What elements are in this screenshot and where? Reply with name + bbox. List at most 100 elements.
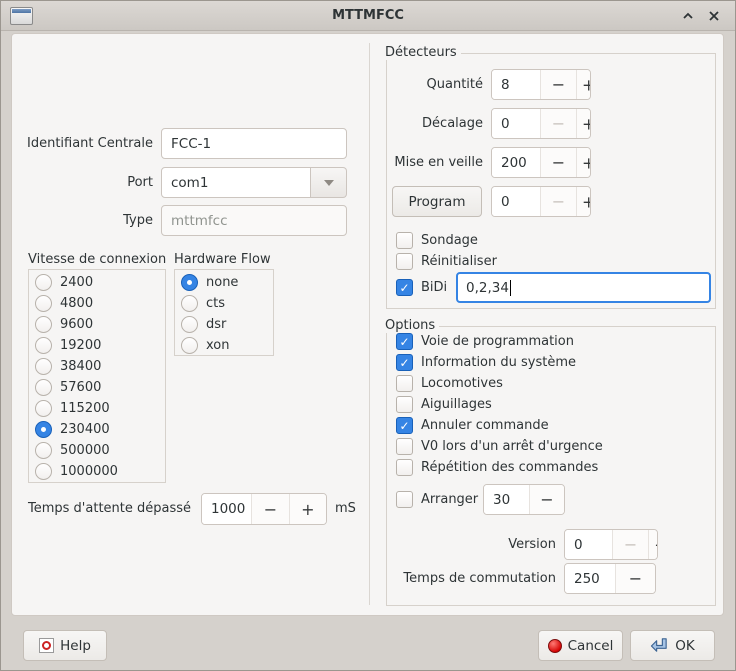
radio-label: cts [206, 296, 225, 311]
checkbox-v0-arret-urgence[interactable]: ✓ V0 lors d'un arrêt d'urgence [396, 436, 603, 457]
decalage-spinner[interactable]: 0 − + [491, 108, 591, 139]
plus-button[interactable]: + [576, 70, 590, 99]
radio-flow-cts[interactable]: cts [181, 293, 238, 314]
radio-label: 1000000 [60, 464, 118, 479]
radio-label: 230400 [60, 422, 110, 437]
minus-button[interactable]: − [540, 70, 576, 99]
radio-speed-500000[interactable]: 500000 [35, 440, 118, 461]
window-title: MTTMFCC [1, 8, 735, 23]
version-label: Version [401, 529, 556, 560]
timeout-value: 1000 [202, 494, 251, 524]
decalage-value: 0 [492, 109, 540, 138]
cancel-button[interactable]: Cancel [538, 630, 623, 661]
radio-speed-9600[interactable]: 9600 [35, 314, 118, 335]
program-value: 0 [492, 187, 540, 216]
radio-speed-115200[interactable]: 115200 [35, 398, 118, 419]
checkbox-sondage[interactable]: ✓ Sondage [396, 230, 478, 251]
checkbox-icon: ✓ [396, 417, 413, 434]
minus-button: − [540, 109, 576, 138]
plus-button[interactable]: + [576, 187, 590, 216]
checkbox-icon: ✓ [396, 491, 413, 508]
minus-button[interactable]: − [251, 494, 288, 524]
commutation-spinner[interactable]: 250 − [564, 563, 656, 594]
commutation-label: Temps de commutation [390, 563, 556, 594]
radio-icon [181, 274, 198, 291]
checkbox-icon: ✓ [396, 279, 413, 296]
checkbox-label: Voie de programmation [421, 334, 574, 349]
program-button[interactable]: Program [392, 186, 482, 217]
checkbox-label: Annuler commande [421, 418, 549, 433]
bidi-input[interactable]: 0,2,34 [456, 272, 711, 303]
radio-label: 57600 [60, 380, 101, 395]
quantite-spinner[interactable]: 8 − + [491, 69, 591, 100]
checkbox-label: Sondage [421, 233, 478, 248]
minus-button[interactable]: − [529, 485, 564, 514]
checkbox-label: BiDi [421, 280, 447, 295]
identifiant-input[interactable]: FCC-1 [161, 128, 347, 159]
help-button-label: Help [60, 638, 91, 654]
plus-button[interactable]: + [576, 148, 590, 177]
shade-icon[interactable] [679, 8, 697, 24]
radio-speed-19200[interactable]: 19200 [35, 335, 118, 356]
ok-button[interactable]: OK [630, 630, 715, 661]
minus-button[interactable]: − [540, 148, 576, 177]
radio-speed-1000000[interactable]: 1000000 [35, 461, 118, 482]
checkbox-label: Répétition des commandes [421, 460, 598, 475]
port-combobox[interactable]: com1 [161, 167, 347, 198]
checkbox-annuler-commande[interactable]: ✓ Annuler commande [396, 415, 603, 436]
radio-speed-4800[interactable]: 4800 [35, 293, 118, 314]
checkbox-repetition-commandes[interactable]: ✓ Répétition des commandes [396, 457, 603, 478]
port-dropdown-button[interactable] [311, 167, 347, 198]
decalage-label: Décalage [390, 108, 483, 139]
veille-spinner[interactable]: 200 − + [491, 147, 591, 178]
plus-button[interactable]: + [289, 494, 326, 524]
radio-speed-230400[interactable]: 230400 [35, 419, 118, 440]
checkbox-icon: ✓ [396, 438, 413, 455]
timeout-label: Temps d'attente dépassé [28, 493, 191, 525]
checkbox-locomotives[interactable]: ✓Locomotives [396, 373, 603, 394]
checkbox-voie-programmation[interactable]: ✓Voie de programmation [396, 331, 603, 352]
radio-flow-xon[interactable]: xon [181, 335, 238, 356]
version-value: 0 [565, 530, 612, 559]
help-icon [39, 638, 54, 653]
arranger-spinner[interactable]: 30 − [483, 484, 565, 515]
checkbox-arranger[interactable]: ✓ Arranger [396, 489, 478, 510]
options-checkbox-list: ✓Voie de programmation ✓Information du s… [396, 331, 603, 478]
radio-icon [35, 316, 52, 333]
checkbox-reinitialiser[interactable]: ✓ Réinitialiser [396, 251, 497, 272]
radio-label: xon [206, 338, 230, 353]
timeout-spinner[interactable]: 1000 − + [201, 493, 327, 525]
veille-label: Mise en veille [390, 147, 483, 178]
plus-button[interactable]: + [576, 109, 590, 138]
checkbox-label: V0 lors d'un arrêt d'urgence [421, 439, 603, 454]
radio-icon [35, 379, 52, 396]
checkbox-information-systeme[interactable]: ✓Information du système [396, 352, 603, 373]
radio-flow-dsr[interactable]: dsr [181, 314, 238, 335]
radio-label: dsr [206, 317, 226, 332]
titlebar[interactable]: MTTMFCC [1, 1, 735, 31]
checkbox-label: Aiguillages [421, 397, 492, 412]
port-combo-entry[interactable]: com1 [161, 167, 311, 198]
radio-label: 4800 [60, 296, 93, 311]
radio-speed-57600[interactable]: 57600 [35, 377, 118, 398]
radio-flow-none[interactable]: none [181, 272, 238, 293]
timeout-unit: mS [335, 493, 356, 525]
radio-icon [35, 400, 52, 417]
checkbox-bidi[interactable]: ✓ BiDi [396, 277, 447, 298]
checkbox-label: Arranger [421, 492, 478, 507]
type-input: mttmfcc [161, 205, 347, 236]
radio-speed-2400[interactable]: 2400 [35, 272, 118, 293]
radio-speed-38400[interactable]: 38400 [35, 356, 118, 377]
plus-button[interactable]: + [648, 530, 657, 559]
help-button[interactable]: Help [23, 630, 107, 661]
version-spinner[interactable]: 0 − + [564, 529, 658, 560]
checkbox-icon: ✓ [396, 459, 413, 476]
close-icon[interactable] [705, 8, 723, 24]
checkbox-icon: ✓ [396, 396, 413, 413]
minus-button[interactable]: − [615, 564, 655, 593]
program-spinner[interactable]: 0 − + [491, 186, 591, 217]
type-value: mttmfcc [171, 213, 228, 229]
checkbox-aiguillages[interactable]: ✓ Aiguillages [396, 394, 603, 415]
cancel-button-label: Cancel [568, 638, 614, 654]
speed-radio-list: 2400 4800 9600 19200 38400 57600 115200 … [35, 272, 118, 482]
